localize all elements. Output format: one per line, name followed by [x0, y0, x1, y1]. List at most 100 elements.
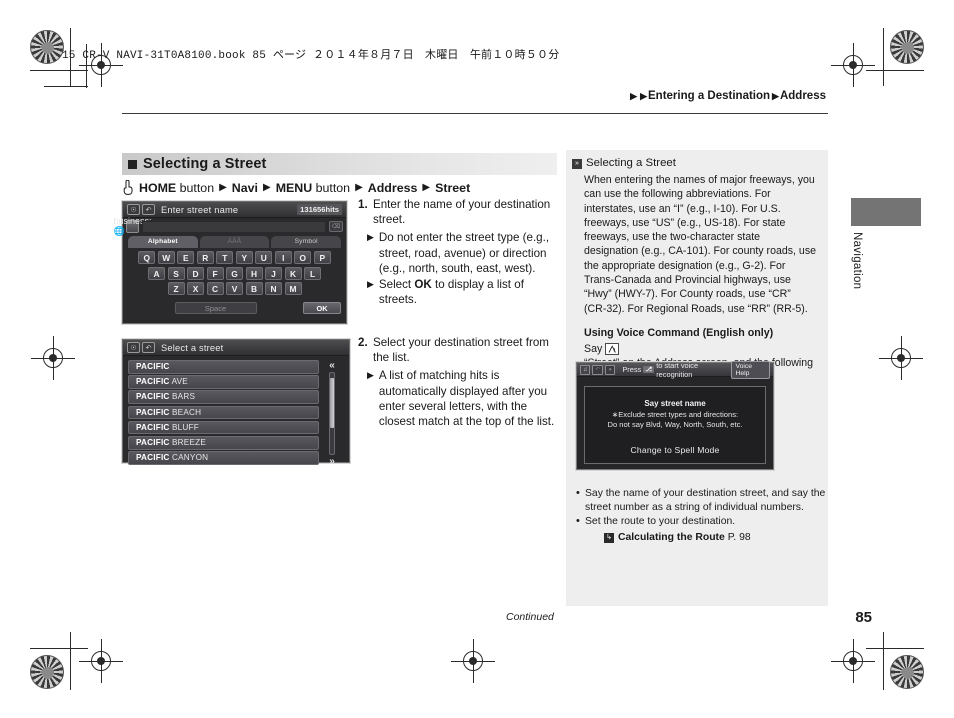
sub-2-pre: Select — [378, 278, 415, 292]
step-1-sub-2: ▶ Select OK to display a list of streets… — [358, 277, 558, 307]
key-e[interactable]: E — [177, 251, 195, 264]
street-name-input[interactable] — [142, 220, 326, 233]
voice-mic-icon[interactable]: ● — [604, 364, 616, 375]
bullet-item: • Say the name of your destination stree… — [576, 487, 828, 514]
globe-icon[interactable]: business;🌐 — [113, 216, 151, 236]
map-icon[interactable]: ☉ — [127, 342, 140, 353]
breadcrumb-triangle-2: ▶ — [640, 91, 647, 101]
step-2-main: 2. Select your destination street from t… — [358, 335, 558, 365]
path-street: Street — [435, 180, 471, 195]
list-item[interactable]: PACIFIC BREEZE — [128, 435, 319, 450]
key-m[interactable]: M — [284, 282, 302, 295]
scroll-up-icon[interactable]: « — [329, 361, 335, 371]
key-p[interactable]: P — [313, 251, 331, 264]
key-q[interactable]: Q — [138, 251, 156, 264]
map-icon[interactable]: ☉ — [127, 204, 140, 215]
scrollbar-thumb[interactable] — [330, 377, 334, 429]
step-1-sub-1: ▶ Do not enter the street type (e.g., st… — [358, 230, 558, 276]
scrollbar-track[interactable] — [329, 372, 335, 456]
space-key[interactable]: Space — [174, 301, 257, 314]
sub-2-ok: OK — [414, 278, 432, 292]
key-u[interactable]: U — [255, 251, 273, 264]
key-h[interactable]: H — [245, 266, 263, 280]
ok-button[interactable]: OK — [303, 301, 341, 314]
key-k[interactable]: K — [284, 266, 302, 280]
change-to-spell-mode-button[interactable]: Change to Spell Mode — [630, 445, 719, 455]
key-n[interactable]: N — [265, 282, 282, 295]
crop-mark-top-left-h — [30, 70, 88, 71]
breadcrumb-item-destination: Entering a Destination — [648, 90, 771, 102]
sidebar-bullet-list: • Say the name of your destination stree… — [576, 487, 828, 544]
voice-help-button[interactable]: Voice Help — [731, 360, 770, 379]
back-icon[interactable]: ↶ — [142, 204, 155, 215]
street-list-screen-figure: ☉ ↶ Select a street PACIFIC PACIFIC AVE … — [122, 339, 350, 467]
crop-mark-bottom-left-v — [70, 632, 71, 690]
cross-reference-page: P. 98 — [727, 531, 751, 543]
key-s[interactable]: S — [167, 266, 185, 280]
key-o[interactable]: O — [294, 251, 312, 264]
key-l[interactable]: L — [304, 266, 321, 280]
path-triangle-3: ▶ — [355, 182, 363, 193]
voice-talk-icon[interactable]: ♫ — [580, 364, 591, 375]
list-item-rest: BARS — [169, 392, 196, 402]
hand-press-icon — [122, 179, 134, 195]
key-z[interactable]: Z — [167, 282, 185, 295]
tab-symbol[interactable]: Symbol — [271, 236, 342, 248]
page-number: 85 — [855, 609, 872, 626]
tab-accented[interactable]: ÀÁÂ — [199, 236, 270, 248]
key-b[interactable]: B — [245, 282, 263, 295]
back-icon[interactable]: ↶ — [142, 342, 155, 353]
key-d[interactable]: D — [187, 266, 204, 280]
street-list-body: PACIFIC PACIFIC AVE PACIFIC BARS PACIFIC… — [123, 356, 349, 467]
backspace-icon[interactable]: ⌫ — [329, 221, 343, 232]
list-item-bold: PACIFIC — [136, 437, 170, 447]
list-item[interactable]: PACIFIC AVE — [128, 375, 319, 389]
registration-mark-bottom-left — [79, 639, 123, 683]
voice-back-icon[interactable]: ↶ — [592, 364, 603, 375]
voice-prompt-pre: Press — [622, 365, 642, 374]
step-1: 1. Enter the name of your destination st… — [358, 197, 558, 307]
path-triangle-4: ▶ — [422, 182, 431, 193]
key-w[interactable]: W — [157, 251, 175, 264]
list-scrollbar[interactable]: « » — [319, 360, 345, 467]
voice-prompt-post: to start voice recognition — [656, 360, 699, 379]
keyboard-screen-titlebar: ☉ ↶ Enter street name 131656hits — [123, 202, 346, 218]
key-a[interactable]: A — [148, 266, 165, 280]
keyboard-row-2: A S D F G H J K L — [127, 266, 342, 280]
scroll-down-icon[interactable]: » — [329, 457, 335, 467]
chapter-tab-label: Navigation — [846, 232, 868, 342]
key-c[interactable]: C — [206, 282, 224, 295]
step-1-sub-2-text: Select OK to display a list of streets. — [379, 277, 558, 307]
key-t[interactable]: T — [216, 251, 234, 264]
keyboard-keys: Q W E R T Y U I O P A S D F G H J K L Z … — [123, 248, 346, 295]
key-y[interactable]: Y — [235, 251, 253, 264]
cross-reference[interactable]: ↳ Calculating the Route P. 98 — [604, 531, 828, 545]
list-item-rest: BEACH — [169, 407, 202, 417]
step-1-main: 1. Enter the name of your destination st… — [358, 197, 558, 227]
list-item[interactable]: PACIFIC BEACH — [128, 405, 319, 420]
keyboard-bottom-row: Space OK — [123, 298, 346, 314]
list-item[interactable]: PACIFIC CANYON — [128, 451, 319, 465]
list-item[interactable]: PACIFIC BLUFF — [128, 420, 319, 435]
key-f[interactable]: F — [206, 266, 224, 280]
sub-triangle-icon: ▶ — [367, 279, 374, 290]
keyboard-row-3: Z X C V B N M — [127, 282, 342, 295]
step-2-text: Select your destination street from the … — [373, 336, 549, 365]
key-j[interactable]: J — [265, 266, 282, 280]
list-item[interactable]: PACIFIC — [128, 360, 319, 374]
key-v[interactable]: V — [226, 282, 243, 295]
key-i[interactable]: I — [274, 251, 292, 264]
bullet-dot-icon: • — [576, 515, 580, 528]
list-item[interactable]: PACIFIC BARS — [128, 390, 319, 404]
keyboard-row-1: Q W E R T Y U I O P — [127, 251, 342, 264]
key-r[interactable]: R — [196, 251, 214, 264]
hit-count-badge: 131656hits — [297, 204, 342, 215]
key-x[interactable]: X — [187, 282, 204, 295]
registration-mark-left-mid — [31, 336, 75, 380]
list-item-rest: AVE — [169, 377, 188, 387]
tab-alphabet[interactable]: Alphabet — [128, 236, 198, 248]
list-item-rest: BLUFF — [169, 422, 199, 432]
path-button-word-1: button — [179, 180, 215, 195]
bullet-item: • Set the route to your destination. — [576, 515, 828, 529]
key-g[interactable]: G — [226, 266, 243, 280]
